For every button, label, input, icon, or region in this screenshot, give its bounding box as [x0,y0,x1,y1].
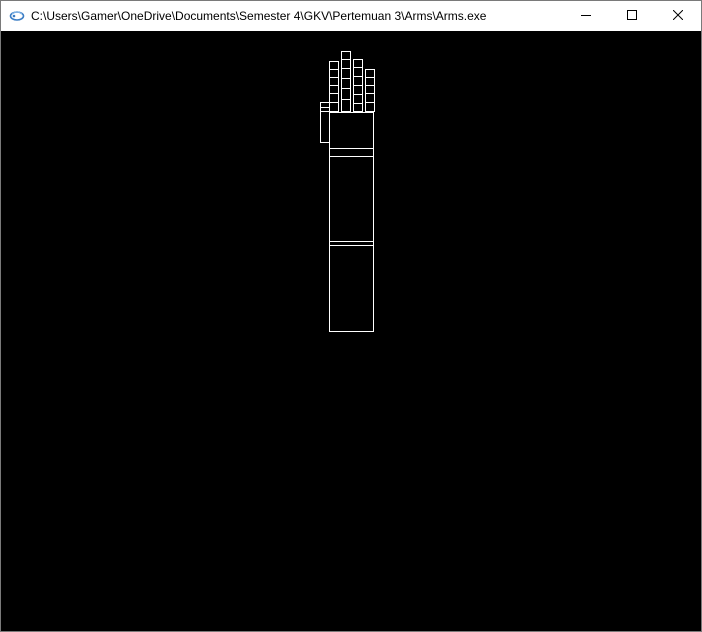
finger-4 [365,69,375,112]
close-icon [672,7,684,25]
caption-buttons [563,1,701,31]
thumb [320,102,330,143]
app-icon[interactable] [9,8,25,24]
finger-1 [329,61,339,112]
finger-3 [353,59,363,112]
maximize-icon [627,7,637,25]
opengl-viewport[interactable] [1,31,701,631]
minimize-button[interactable] [563,1,609,31]
arm-wireframe [320,51,375,332]
window-title: C:\Users\Gamer\OneDrive\Documents\Semest… [31,9,487,23]
title-bar[interactable]: C:\Users\Gamer\OneDrive\Documents\Semest… [1,1,701,31]
forearm [329,148,374,242]
minimize-icon [581,7,591,25]
palm [329,112,374,149]
finger-2 [341,51,351,112]
maximize-button[interactable] [609,1,655,31]
upper-arm [329,241,374,332]
app-window: C:\Users\Gamer\OneDrive\Documents\Semest… [0,0,702,632]
close-button[interactable] [655,1,701,31]
